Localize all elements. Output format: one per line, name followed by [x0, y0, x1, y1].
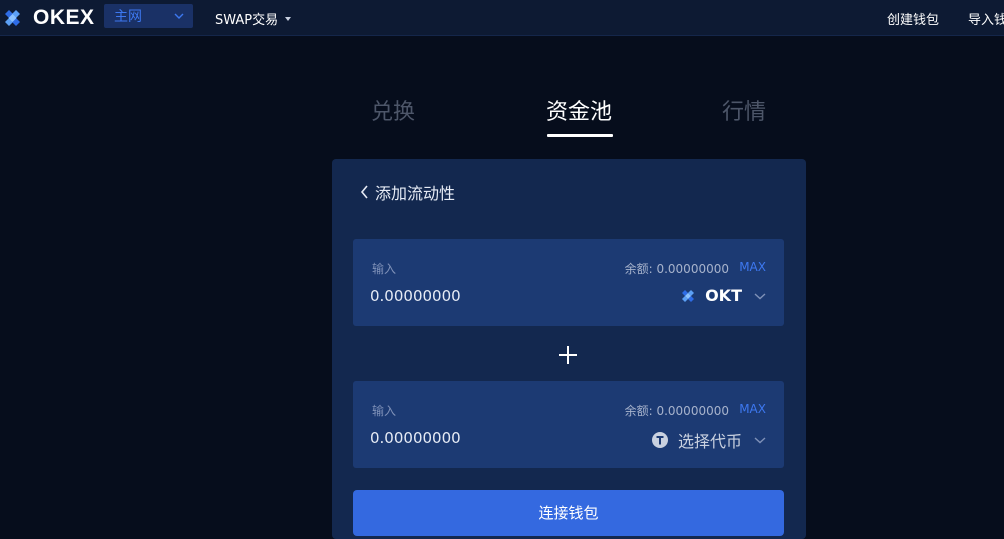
token-name: 选择代币	[677, 432, 742, 451]
token-input-a: 输入 余额: 0.00000000 MAX OKT	[353, 239, 784, 326]
token-selector[interactable]: OKT	[681, 286, 766, 305]
token-name: OKT	[705, 286, 742, 305]
balance-text: 余额: 0.00000000	[624, 404, 729, 418]
chevron-left-icon	[360, 185, 368, 199]
back-button[interactable]: 添加流动性	[360, 180, 455, 204]
balance-text: 余额: 0.00000000	[624, 262, 729, 276]
tab-market[interactable]: 行情	[722, 94, 766, 126]
main-tabs: 兑换 资金池 行情	[0, 90, 1004, 140]
import-wallet-link[interactable]: 导入钱	[968, 9, 1004, 28]
tab-exchange[interactable]: 兑换	[371, 94, 415, 126]
network-select-label: 主网	[114, 9, 142, 25]
swap-trade-menu-label: SWAP交易	[215, 13, 279, 28]
input-label: 输入	[372, 262, 397, 276]
chevron-down-icon	[754, 437, 766, 444]
connect-wallet-button[interactable]: 连接钱包	[353, 490, 784, 536]
token-selector[interactable]: 选择代币	[651, 428, 766, 452]
top-navigation-bar: OKEX 主网 SWAP交易 创建钱包 导入钱	[0, 0, 1004, 36]
token-input-b: 输入 余额: 0.00000000 MAX 选择代币	[353, 381, 784, 468]
okex-logo-icon	[5, 10, 20, 26]
okex-logo[interactable]: OKEX	[2, 6, 95, 30]
active-tab-indicator	[547, 134, 613, 137]
amount-input[interactable]	[370, 429, 570, 447]
tab-liquidity-pool[interactable]: 资金池	[546, 94, 612, 126]
okt-token-icon	[682, 289, 695, 302]
add-liquidity-title: 添加流动性	[375, 184, 456, 203]
input-label: 输入	[372, 404, 397, 418]
max-button[interactable]: MAX	[739, 260, 766, 274]
plus-icon	[559, 346, 577, 364]
swap-trade-menu[interactable]: SWAP交易	[215, 9, 292, 28]
caret-down-icon	[285, 16, 292, 21]
chevron-down-icon	[754, 292, 766, 299]
network-select[interactable]: 主网	[104, 4, 193, 28]
amount-input[interactable]	[370, 287, 570, 305]
token-placeholder-icon	[651, 432, 668, 448]
chevron-down-icon	[174, 13, 184, 19]
create-wallet-link[interactable]: 创建钱包	[887, 9, 939, 28]
max-button[interactable]: MAX	[739, 402, 766, 416]
logo-text: OKEX	[33, 6, 95, 29]
